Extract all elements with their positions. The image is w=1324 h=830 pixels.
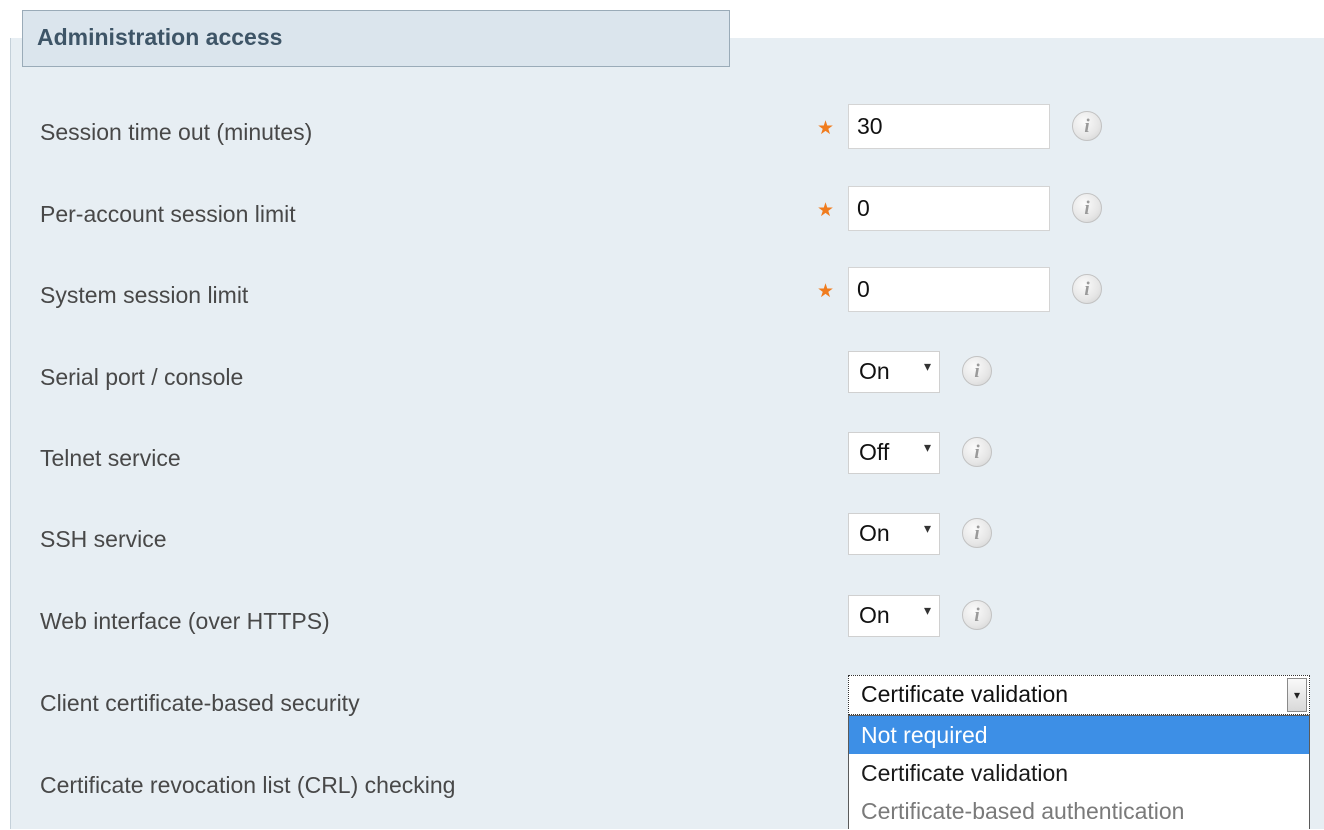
serial-port-label: Serial port / console	[40, 364, 244, 390]
web-interface-select[interactable]: On ▾	[848, 595, 940, 637]
client-cert-select[interactable]: Certificate validation ▾	[848, 675, 1310, 715]
dropdown-arrow-icon: ▾	[923, 439, 931, 455]
telnet-row: Telnet service Off ▾ i	[0, 427, 1324, 487]
dropdown-arrow-icon: ▾	[923, 602, 931, 618]
dropdown-arrow-icon[interactable]: ▾	[1287, 678, 1307, 712]
system-limit-label: System session limit	[40, 282, 249, 308]
session-timeout-row: Session time out (minutes) ★ i	[0, 101, 1324, 161]
dropdown-arrow-icon: ▾	[923, 520, 931, 536]
client-cert-dropdown-list: Not required Certificate validation Cert…	[848, 715, 1310, 829]
info-icon[interactable]: i	[962, 356, 992, 386]
system-limit-input[interactable]	[848, 267, 1050, 312]
info-icon[interactable]: i	[962, 437, 992, 467]
ssh-value: On	[859, 520, 890, 546]
client-cert-value: Certificate validation	[861, 681, 1069, 707]
telnet-select[interactable]: Off ▾	[848, 432, 940, 474]
web-interface-row: Web interface (over HTTPS) On ▾ i	[0, 590, 1324, 650]
info-icon[interactable]: i	[962, 518, 992, 548]
system-limit-row: System session limit ★ i	[0, 264, 1324, 324]
option-certificate-based-authentication[interactable]: Certificate-based authentication	[849, 792, 1309, 830]
section-header: Administration access	[22, 10, 730, 67]
telnet-label: Telnet service	[40, 445, 181, 471]
section-title: Administration access	[37, 24, 283, 50]
web-interface-label: Web interface (over HTTPS)	[40, 608, 330, 634]
serial-port-select[interactable]: On ▾	[848, 351, 940, 393]
per-account-limit-label: Per-account session limit	[40, 201, 296, 227]
serial-port-value: On	[859, 358, 890, 384]
required-star-icon: ★	[817, 281, 835, 302]
ssh-row: SSH service On ▾ i	[0, 508, 1324, 568]
info-icon[interactable]: i	[1072, 193, 1102, 223]
option-not-required[interactable]: Not required	[849, 716, 1309, 754]
option-certificate-validation[interactable]: Certificate validation	[849, 754, 1309, 792]
telnet-value: Off	[859, 439, 890, 465]
ssh-label: SSH service	[40, 526, 167, 552]
client-cert-label: Client certificate-based security	[40, 690, 360, 716]
session-timeout-label: Session time out (minutes)	[40, 119, 313, 145]
info-icon[interactable]: i	[1072, 274, 1102, 304]
info-icon[interactable]: i	[1072, 111, 1102, 141]
per-account-limit-input[interactable]	[848, 186, 1050, 231]
required-star-icon: ★	[817, 118, 835, 139]
serial-port-row: Serial port / console On ▾ i	[0, 346, 1324, 406]
dropdown-arrow-icon: ▾	[923, 358, 931, 374]
web-interface-value: On	[859, 602, 890, 628]
session-timeout-input[interactable]	[848, 104, 1050, 149]
ssh-select[interactable]: On ▾	[848, 513, 940, 555]
per-account-limit-row: Per-account session limit ★ i	[0, 183, 1324, 243]
required-star-icon: ★	[817, 200, 835, 221]
crl-label: Certificate revocation list (CRL) checki…	[40, 772, 456, 798]
info-icon[interactable]: i	[962, 600, 992, 630]
